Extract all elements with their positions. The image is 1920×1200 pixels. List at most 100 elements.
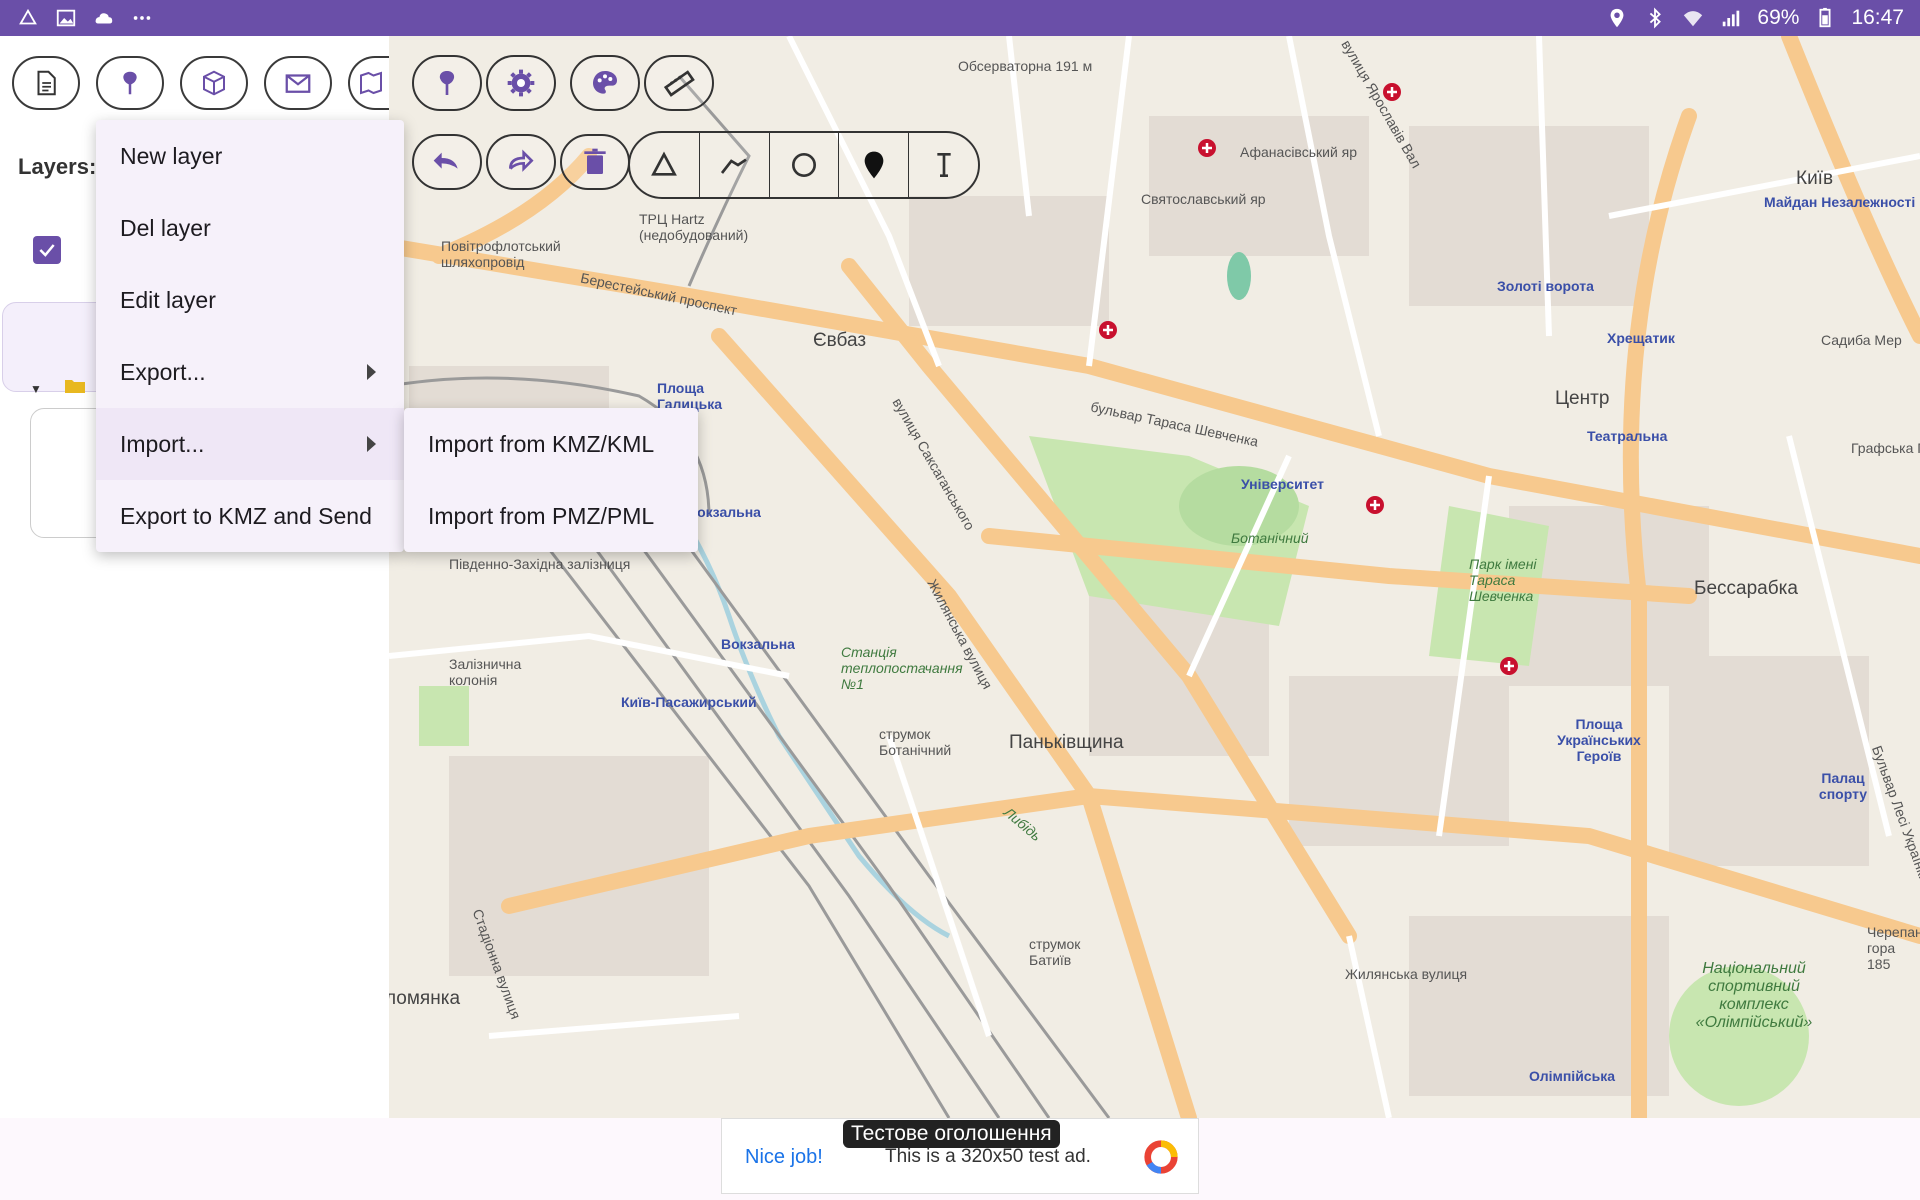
menu-item-export[interactable]: Export... — [96, 336, 404, 408]
delete-button[interactable] — [560, 134, 630, 190]
map-label: ТРЦ Hartz (недобудований) — [639, 211, 749, 243]
menu-item-edit-layer[interactable]: Edit layer — [96, 264, 404, 336]
caret-down-icon[interactable]: ▼ — [30, 382, 42, 396]
status-bar: 69% 16:47 — [0, 0, 1920, 36]
map-label: ломянка — [389, 988, 461, 1009]
draw-circle-button[interactable] — [770, 133, 840, 197]
layers-label: Layers: — [18, 154, 97, 179]
map-label: Південно-Західна залізниця — [449, 556, 631, 572]
menu-item-import[interactable]: Import... — [96, 408, 404, 480]
palette-icon — [593, 71, 617, 94]
ruler-button[interactable] — [644, 55, 714, 111]
map-label: Університет — [1241, 476, 1324, 492]
bluetooth-icon — [1643, 6, 1667, 30]
trash-icon — [584, 148, 606, 174]
more-dots-icon — [130, 6, 154, 30]
menu-item-label: Import... — [120, 430, 205, 457]
ad-nice-text[interactable]: Nice job! — [745, 1146, 823, 1169]
map-view[interactable]: Обсерваторна 191 м Афанасівський яр Свят… — [389, 36, 1920, 1118]
map-icon — [360, 71, 382, 95]
menu-item-import-pmz[interactable]: Import from PMZ/PML — [404, 480, 698, 552]
map-label: струмок Батиїв — [1029, 936, 1081, 968]
map-label: Афанасівський яр — [1240, 144, 1358, 160]
map-pin-button[interactable] — [412, 55, 482, 111]
ad-test-tag: Тестове оголошення — [843, 1120, 1060, 1148]
map-label: Палац спорту — [1818, 770, 1868, 802]
wifi-icon — [1681, 6, 1705, 30]
settings-button[interactable] — [486, 55, 556, 111]
layer-menu: New layer Del layer Edit layer Export...… — [96, 120, 404, 552]
palette-button[interactable] — [570, 55, 640, 111]
map-label: Київ — [1796, 168, 1834, 189]
map-label: Хрещатик — [1607, 330, 1675, 346]
import-submenu: Import from KMZ/KML Import from PMZ/PML — [404, 408, 698, 552]
map-label: Національний спортивний комплекс «Олімпі… — [1695, 960, 1813, 1031]
menu-item-label: Export... — [120, 358, 206, 385]
draw-tools — [628, 131, 980, 199]
ad-text[interactable]: This is a 320x50 test ad. — [885, 1146, 1091, 1168]
menu-item-del-layer[interactable]: Del layer — [96, 192, 404, 264]
submenu-arrow-icon — [367, 436, 376, 452]
document-button[interactable] — [12, 56, 80, 110]
draw-text-button[interactable] — [909, 133, 978, 197]
map-label: Парк імені Тараса Шевченка — [1469, 556, 1537, 604]
draw-polyline-button[interactable] — [700, 133, 770, 197]
ruler-icon — [663, 70, 695, 97]
battery-icon — [1813, 6, 1837, 30]
menu-item-export-kmz-send[interactable]: Export to KMZ and Send — [96, 480, 404, 552]
gear-icon — [507, 69, 535, 97]
redo-button[interactable] — [486, 134, 556, 190]
cloud-icon — [92, 6, 116, 30]
mail-icon — [285, 74, 311, 93]
redo-icon — [509, 149, 534, 172]
draw-polygon-button[interactable] — [630, 133, 700, 197]
map-label: Театральна — [1587, 428, 1668, 444]
ad-logo-icon — [1144, 1140, 1178, 1174]
map-label: Бессарабка — [1694, 578, 1798, 599]
image-icon — [54, 6, 78, 30]
menu-item-import-kmz[interactable]: Import from KMZ/KML — [404, 408, 698, 480]
map-label: Садиба Мер — [1821, 332, 1902, 348]
map-button[interactable] — [348, 56, 392, 110]
pin-icon — [439, 71, 455, 95]
map-label: Вокзальна — [721, 636, 795, 652]
map-label: Черепанова гора 185 — [1867, 924, 1920, 972]
submenu-arrow-icon — [367, 364, 376, 380]
polygon-icon — [651, 151, 678, 176]
marker-icon — [864, 151, 884, 179]
document-icon — [37, 70, 56, 96]
check-icon — [39, 244, 55, 257]
map-label: Площа Українських Героїв — [1557, 716, 1641, 764]
battery-percent: 69% — [1757, 6, 1800, 29]
map-label: Майдан Незалежності — [1764, 194, 1916, 210]
map-label: Паньківщина — [1009, 732, 1124, 753]
undo-button[interactable] — [412, 134, 482, 190]
map-label: Обсерваторна 191 м — [958, 58, 1093, 74]
clock: 16:47 — [1851, 6, 1904, 29]
map-label: Євбаз — [813, 330, 867, 351]
drive-icon — [16, 6, 40, 30]
undo-icon — [433, 152, 458, 169]
folder-icon — [65, 380, 85, 393]
layer-visibility-checkbox[interactable] — [33, 236, 61, 264]
pin-button[interactable] — [96, 56, 164, 110]
map-label: Київ-Пасажирський — [621, 694, 757, 710]
map-label: Залізнична колонія — [449, 656, 522, 688]
draw-marker-button[interactable] — [839, 133, 910, 197]
map-label: Золоті ворота — [1497, 278, 1594, 294]
polyline-icon — [721, 158, 747, 174]
pin-icon — [123, 71, 137, 95]
map-label: Ботанічний — [1231, 530, 1309, 546]
map-label: Жилянська вулиця — [1345, 966, 1468, 982]
mail-button[interactable] — [264, 56, 332, 110]
map-label: Центр — [1555, 388, 1610, 409]
cube-icon — [203, 70, 225, 96]
map-label: Святославський яр — [1141, 191, 1266, 207]
menu-item-new-layer[interactable]: New layer — [96, 120, 404, 192]
cube-button[interactable] — [180, 56, 248, 110]
map-label: Вокзальна — [687, 504, 761, 520]
location-icon — [1605, 6, 1629, 30]
circle-icon — [791, 153, 816, 177]
map-label: Графська Гора — [1851, 440, 1920, 456]
map-label: струмок Ботанічний — [879, 726, 952, 758]
